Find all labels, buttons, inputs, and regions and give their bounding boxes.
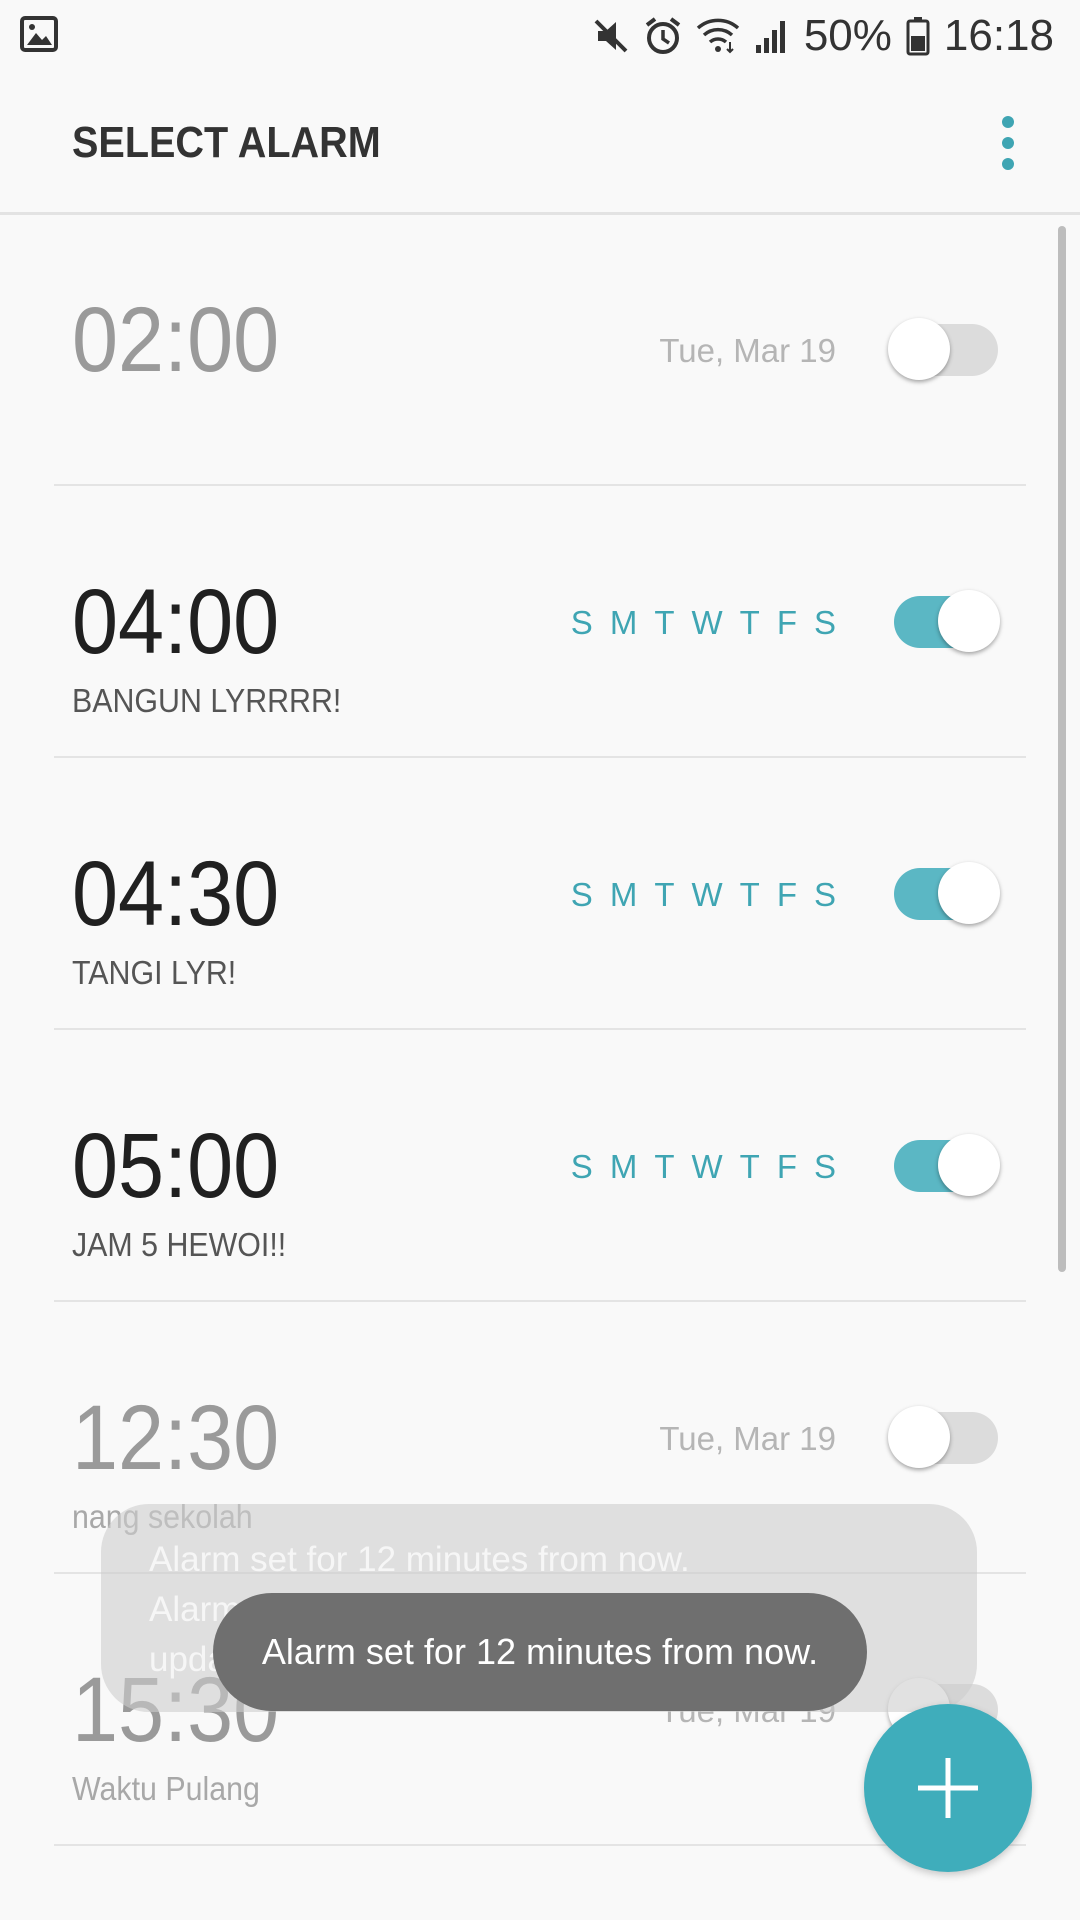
day-letter: T <box>739 604 760 641</box>
alarm-toggle[interactable] <box>888 1406 998 1468</box>
alarm-date: Tue, Mar 19 <box>659 332 836 369</box>
day-letter: W <box>691 876 723 913</box>
battery-percent: 50% <box>803 11 892 60</box>
toast-message: Alarm set for 12 minutes from now. <box>213 1593 867 1711</box>
day-letter: F <box>776 876 797 913</box>
alarm-toggle[interactable] <box>888 1134 1000 1196</box>
alarm-repeat-days: S M T W T F S <box>571 876 836 914</box>
signal-icon <box>754 17 790 55</box>
alarm-row[interactable]: 05:00 JAM 5 HEWOI!! S M T W T F S <box>0 1030 1080 1302</box>
day-letter: S <box>570 1148 593 1185</box>
alarm-repeat-days: S M T W T F S <box>571 604 836 642</box>
add-alarm-button[interactable] <box>864 1704 1032 1872</box>
alarm-time: 05:00 <box>72 1115 280 1217</box>
alarm-repeat-days: S M T W T F S <box>571 1148 836 1186</box>
alarm-label: Waktu Pulang <box>72 1770 260 1807</box>
day-letter: T <box>739 876 760 913</box>
alarm-row[interactable]: 04:30 TANGI LYR! S M T W T F S <box>0 758 1080 1030</box>
alarm-label: JAM 5 HEWOI!! <box>72 1226 287 1263</box>
day-letter: S <box>570 604 593 641</box>
day-letter: F <box>776 1148 797 1185</box>
day-letter: M <box>609 604 638 641</box>
day-letter: S <box>813 604 836 641</box>
day-letter: T <box>739 1148 760 1185</box>
clock-time: 16:18 <box>943 11 1054 60</box>
alarm-toggle[interactable] <box>888 862 1000 924</box>
toast-line: Alarm set for 12 minutes from now. <box>149 1540 690 1579</box>
alarm-time: 04:00 <box>72 571 280 673</box>
alarm-toggle[interactable] <box>888 590 1000 652</box>
alarm-label: BANGUN LYRRRR! <box>72 682 342 719</box>
day-letter: T <box>654 1148 675 1185</box>
alarm-toggle[interactable] <box>888 318 998 380</box>
day-letter: T <box>654 604 675 641</box>
image-icon <box>20 16 60 54</box>
plus-icon <box>918 1758 978 1818</box>
day-letter: W <box>691 604 723 641</box>
app-bar: SELECT ALARM <box>0 72 1080 215</box>
day-letter: M <box>609 876 638 913</box>
alarm-row[interactable]: 02:00 Tue, Mar 19 <box>0 214 1080 486</box>
alarm-clock-icon <box>644 16 682 56</box>
day-letter: S <box>570 876 593 913</box>
battery-icon <box>906 16 930 56</box>
day-letter: F <box>776 604 797 641</box>
wifi-icon <box>696 16 740 56</box>
day-letter: S <box>813 1148 836 1185</box>
alarm-time: 04:30 <box>72 843 280 945</box>
day-letter: S <box>813 876 836 913</box>
mute-icon <box>592 17 630 55</box>
alarm-row[interactable]: 04:00 BANGUN LYRRRR! S M T W T F S <box>0 486 1080 758</box>
alarm-date: Tue, Mar 19 <box>659 1420 836 1457</box>
day-letter: M <box>609 1148 638 1185</box>
more-options-icon[interactable] <box>996 116 1020 170</box>
alarm-time: 12:30 <box>72 1387 280 1489</box>
alarm-label: TANGI LYR! <box>72 954 237 991</box>
day-letter: T <box>654 876 675 913</box>
divider <box>54 1844 1026 1846</box>
status-bar: 50% 16:18 <box>0 0 1080 72</box>
alarm-time: 02:00 <box>72 289 280 391</box>
day-letter: W <box>691 1148 723 1185</box>
page-title: SELECT ALARM <box>72 118 381 167</box>
